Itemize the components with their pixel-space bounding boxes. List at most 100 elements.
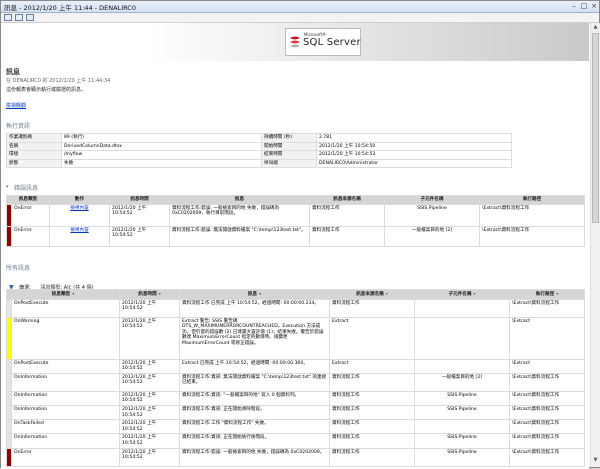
info-label: 作業識別碼 bbox=[6, 133, 62, 143]
info-label: 呼叫端 bbox=[261, 158, 317, 169]
subcomponent: 一般檔案目的地 [2] bbox=[384, 225, 481, 247]
export-icon[interactable] bbox=[26, 14, 34, 21]
table-row: OnPostExecute 2012/1/20 上午 10:54:52 資料流程… bbox=[6, 298, 585, 318]
column-header-source[interactable]: 訊息來源名稱 ▾ bbox=[329, 289, 415, 300]
table-row: OnError 2012/1/20 上午 10:54:52 資料流程工作:錯誤:… bbox=[6, 447, 585, 467]
subcomponent: SSIS.Pipeline bbox=[384, 203, 481, 227]
collapse-icon[interactable]: ▾ bbox=[6, 184, 9, 190]
message-time: 2012/1/20 上午 10:54:52 bbox=[119, 447, 180, 467]
execution-path: \Extract\資料流程工作 bbox=[479, 203, 586, 227]
sort-icon[interactable]: ▾ bbox=[386, 291, 388, 296]
message-source: 資料流程工作 bbox=[329, 433, 415, 449]
column-header-subcomponent[interactable]: 子元件名稱 ▾ bbox=[414, 289, 510, 300]
action-cell: 檢視內容 bbox=[49, 203, 111, 227]
sort-icon[interactable]: ▾ bbox=[556, 291, 558, 296]
column-header-path[interactable]: 執行路徑 ▾ bbox=[509, 289, 585, 300]
execution-path: \Extract bbox=[509, 358, 585, 374]
print-icon[interactable] bbox=[15, 14, 23, 21]
message-source: 資料流程工作 bbox=[329, 298, 415, 318]
table-row: 狀態 失敗 呼叫端 DENALIRC0\Administrator bbox=[6, 158, 512, 169]
message-text: 資料流程工作:錯誤: 一般檢索目的地 失敗，錯誤碼為 0xC0202009，執行… bbox=[169, 203, 311, 227]
message-time: 2012/1/20 上午 10:54:52 bbox=[119, 390, 180, 406]
column-header[interactable]: 訊息時間 bbox=[109, 195, 171, 205]
maximize-icon[interactable]: □ bbox=[579, 2, 589, 11]
message-text: Extract 警告: SSIS 警告碼 DTS_W_MAXIMUMERRORC… bbox=[179, 316, 330, 360]
subcomponent bbox=[414, 298, 510, 318]
info-value: /myflow bbox=[61, 150, 262, 160]
view-overview-link[interactable]: 檢視概觀 bbox=[6, 102, 26, 109]
table-row: OnInformation 2012/1/20 上午 10:54:52 資料流程… bbox=[6, 372, 585, 392]
info-label: 結束時間 bbox=[261, 150, 317, 160]
vertical-scrollbar[interactable]: ▲ ▼ bbox=[590, 23, 600, 467]
info-label: 持續時間 (秒) bbox=[261, 133, 317, 143]
execution-path: \Extract\資料流程工作 bbox=[509, 433, 585, 449]
sort-icon[interactable]: ▾ bbox=[159, 291, 161, 296]
message-time: 2012/1/20 上午 10:54:52 bbox=[119, 433, 180, 449]
page-description: 這份報表會顯示執行或驗證的訊息。 bbox=[6, 87, 87, 93]
sql-server-logo: Microsoft® SQL Server bbox=[285, 28, 361, 56]
subcomponent: SSIS.Pipeline bbox=[414, 447, 510, 467]
column-header[interactable]: 訊息類型 bbox=[5, 195, 51, 205]
message-type: OnInformation bbox=[11, 372, 120, 392]
window-title: 訊息 - 2012/1/20 上午 11:44 - DENALIRC0 bbox=[4, 4, 136, 12]
minimize-icon[interactable]: – bbox=[569, 2, 579, 11]
execution-path: \Extract\資料流程工作 bbox=[479, 225, 586, 247]
column-header[interactable]: 子元件名稱 bbox=[384, 195, 481, 205]
save-icon[interactable] bbox=[4, 14, 12, 21]
message-text: Extract 已完成 上午 10:54:52，經過時間: 00:00:00.3… bbox=[179, 358, 330, 374]
execution-path: \Extract bbox=[509, 316, 585, 360]
column-header: 訊息來源名稱 bbox=[356, 292, 384, 297]
message-time: 2012/1/20 上午 10:54:52 bbox=[119, 404, 180, 421]
column-header[interactable]: 訊息來源名稱 bbox=[309, 195, 386, 205]
message-text: 資料流程工作:錯誤: 無法開啟資料檔案 "C:\temp\123test.txt… bbox=[169, 225, 311, 247]
view-context-link[interactable]: 檢視內容 bbox=[70, 206, 88, 211]
column-header: 訊息時間 bbox=[138, 292, 157, 297]
subcomponent: SSIS.Pipeline bbox=[414, 390, 510, 406]
column-header: 訊息 bbox=[247, 292, 258, 297]
message-type: OnWarning bbox=[11, 316, 120, 360]
scroll-up-icon[interactable]: ▲ bbox=[592, 24, 599, 31]
column-header-type[interactable]: 訊息類型 ▾ bbox=[6, 289, 120, 300]
table-row: 作業識別碼 89 (執行) 持續時間 (秒) 2.781 bbox=[6, 133, 512, 143]
message-type: OnInformation bbox=[11, 390, 120, 406]
message-time: 2012/1/20 上午 10:54:52 bbox=[119, 298, 180, 318]
column-header-time[interactable]: 訊息時間 ▾ bbox=[119, 289, 180, 300]
column-header: 執行路徑 bbox=[535, 292, 555, 297]
sort-icon[interactable]: ▾ bbox=[259, 291, 261, 296]
sort-icon[interactable]: ▾ bbox=[473, 291, 475, 296]
column-header-message[interactable]: 訊息 ▾ bbox=[179, 289, 330, 300]
view-context-link[interactable]: 檢視內容 bbox=[70, 228, 88, 233]
scroll-down-icon[interactable]: ▼ bbox=[592, 457, 599, 464]
all-messages-table: 訊息類型 ▾ 訊息時間 ▾ 訊息 ▾ 訊息來源名稱 ▾ 子元件名稱 ▾ 執行路徑 ▾ OnP… bbox=[6, 289, 585, 467]
message-time: 2012/1/20 上午 10:54:52 bbox=[109, 203, 171, 227]
exec-info-section-title: 執行資訊 bbox=[6, 123, 31, 130]
message-source: 資料流程工作 bbox=[329, 447, 415, 467]
page-title: 訊息 bbox=[6, 68, 20, 76]
scrollbar-thumb[interactable] bbox=[592, 33, 599, 223]
message-text: 資料流程工作:資訊: 正在開始執行後階段。 bbox=[179, 433, 330, 449]
exec-info-table: 作業識別碼 89 (執行) 持續時間 (秒) 2.781 名稱 DerivedC… bbox=[6, 133, 512, 169]
execution-path: \Extract\資料流程工作 bbox=[509, 419, 585, 435]
errors-section-title: 錯誤訊息 bbox=[14, 185, 39, 192]
message-type: OnError bbox=[11, 447, 120, 467]
subcomponent: SSIS.Pipeline bbox=[414, 433, 510, 449]
subcomponent bbox=[414, 316, 510, 360]
info-value: 2012/1/20 上午 10:54:53 bbox=[316, 150, 512, 160]
column-header[interactable]: 執行路徑 bbox=[479, 195, 586, 205]
message-text: 資料流程工作 工作 "資料流程工作" 失敗。 bbox=[179, 419, 330, 435]
message-text: 資料流程工作:資訊: 無法開啟資料檔案 "C:\temp\123test.txt… bbox=[179, 372, 330, 392]
info-value: 2.781 bbox=[316, 133, 512, 143]
table-header-row: 訊息類型 動作 訊息時間 訊息 訊息來源名稱 子元件名稱 執行路徑 bbox=[5, 195, 586, 205]
table-row: OnInformation 2012/1/20 上午 10:54:52 資料流程… bbox=[6, 404, 585, 421]
info-label: 狀態 bbox=[6, 158, 62, 169]
message-time: 2012/1/20 上午 10:54:52 bbox=[119, 372, 180, 392]
message-type: OnError bbox=[10, 203, 51, 227]
close-icon[interactable]: × bbox=[589, 2, 599, 11]
column-header[interactable]: 訊息 bbox=[169, 195, 311, 205]
info-label: 開始時間 bbox=[261, 141, 317, 152]
table-row: OnInformation 2012/1/20 上午 10:54:52 資料流程… bbox=[6, 433, 585, 449]
column-header[interactable]: 動作 bbox=[49, 195, 111, 205]
message-time: 2012/1/20 上午 10:54:52 bbox=[119, 358, 180, 374]
sort-icon[interactable]: ▾ bbox=[72, 291, 74, 296]
all-messages-section-title: 所有訊息 bbox=[6, 265, 31, 272]
